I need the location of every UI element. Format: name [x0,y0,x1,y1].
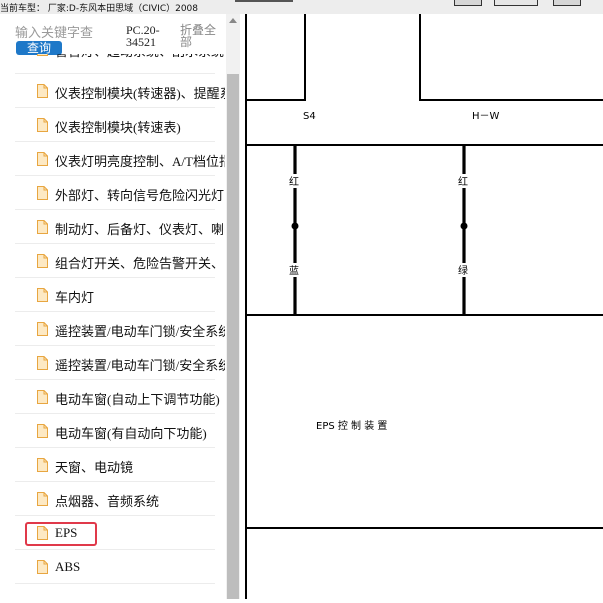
document-icon [37,288,48,302]
left-panel: 查询 PC.20-34521 折叠全部 警告灯、超动系统、刮水系统仪表控制模块(… [0,14,240,599]
document-icon [37,458,48,472]
tree-item[interactable]: 仪表控制模块(转速表) [15,108,215,142]
tree-item[interactable]: 遥控装置/电动车门锁/安全系统 [15,312,225,346]
scroll-up-arrow-icon[interactable] [226,14,240,28]
tree-item[interactable]: 遥控装置/电动车门锁/安全系统 [15,346,225,380]
tree-item-label: 仪表控制模块(转速器)、提醒系统 [55,86,225,101]
toolbar-button-center[interactable] [494,0,538,6]
tree-item-label: ABS [55,559,81,574]
tree-item-label: 制动灯、后备灯、仪表灯、喇叭 [55,222,225,237]
document-icon [37,152,48,166]
tree-item[interactable]: 天窗、电动镜 [15,448,215,482]
eps-unit-label: EPS 控 制 装 置 [316,419,387,432]
tree-item-label: 仪表灯明亮度控制、A/T档位指示灯 [55,154,225,169]
collapse-all-link[interactable]: 折叠全部 [180,24,222,48]
wire-color-left-top: 红 [289,175,299,188]
tree-item-label: EPS [55,525,78,540]
top-status-bar: 当前车型： 厂家:D-东风本田思域（CIVIC）2008 [0,0,603,14]
document-icon [37,390,48,404]
tree-item-label: 电动车窗(自动上下调节功能) [55,392,220,407]
tree-item-label: 警告灯、超动系统、刮水系统 [55,54,224,60]
pin-label-right: H－W [472,111,500,122]
document-icon [37,492,48,506]
tree-item-label: 点烟器、音频系统 [55,494,160,509]
tree-item[interactable]: 仪表灯明亮度控制、A/T档位指示灯 [15,142,225,176]
tree-item-label: 车内灯 [55,290,95,305]
search-input[interactable] [15,25,125,41]
tree-item[interactable]: 外部灯、转向信号危险闪光灯 [15,176,224,210]
tree-item[interactable]: 点烟器、音频系统 [15,482,215,516]
document-icon [37,322,48,336]
wire-color-right-bottom: 绿 [458,264,468,277]
junction-dot-right [460,222,468,230]
tree-item[interactable]: 警告灯、超动系统、刮水系统 [15,54,224,74]
tree-item[interactable]: EPS [15,516,215,550]
document-icon [37,220,48,234]
tree-item-label: 外部灯、转向信号危险闪光灯 [55,188,225,203]
document-icon [37,186,48,200]
document-icon [37,84,48,98]
document-icon [37,560,48,574]
wire-color-right-top: 红 [458,175,468,188]
document-icon [37,526,48,540]
tree-item-label: 电动车窗(有自动向下功能) [55,426,207,441]
tree-item-label: 遥控装置/电动车门锁/安全系统 [55,358,225,373]
pin-label-left: S4 [303,111,316,122]
scrollbar-thumb[interactable] [227,74,239,599]
tree-item[interactable]: 电动车窗(自动上下调节功能) [15,380,220,414]
document-icon [37,254,48,268]
toolbar-button-left[interactable] [454,0,482,6]
tree-item[interactable]: ABS [15,550,215,584]
connector-box-left [246,14,306,101]
connector-box-right [419,14,603,101]
tree-item-label: 天窗、电动镜 [55,460,134,475]
document-icon [37,118,48,132]
wire-color-left-bottom: 蓝 [289,265,299,277]
part-code-label: PC.20-34521 [126,23,160,49]
toolbar-divider [235,0,293,2]
toolbar-button-right[interactable] [553,0,581,6]
tree-item-label: 遥控装置/电动车门锁/安全系统 [55,324,225,339]
document-icon [37,356,48,370]
junction-dot-left [291,222,299,230]
tree-item[interactable]: 仪表控制模块(转速器)、提醒系统 [15,74,225,108]
tree-item-label: 组合灯开关、危险告警开关、 [55,256,225,271]
document-icon [37,54,48,56]
document-icon [37,424,48,438]
tree-item-label: 仪表控制模块(转速表) [55,120,181,135]
document-tree: 警告灯、超动系统、刮水系统仪表控制模块(转速器)、提醒系统仪表控制模块(转速表)… [15,54,225,599]
tree-item[interactable]: 电动车窗(有自动向下功能) [15,414,215,448]
search-button[interactable]: 查询 [16,41,62,55]
tree-item[interactable]: 制动灯、后备灯、仪表灯、喇叭 [15,210,225,244]
tree-item[interactable]: 组合灯开关、危险告警开关、 [15,244,224,278]
wiring-diagram: S4 H－W 红 红 蓝 绿 EPS 控 制 装 置 [240,14,603,599]
tree-item[interactable]: 车内灯 [15,278,215,312]
current-vehicle-label: 当前车型： 厂家:D-东风本田思域（CIVIC）2008 [0,4,199,14]
